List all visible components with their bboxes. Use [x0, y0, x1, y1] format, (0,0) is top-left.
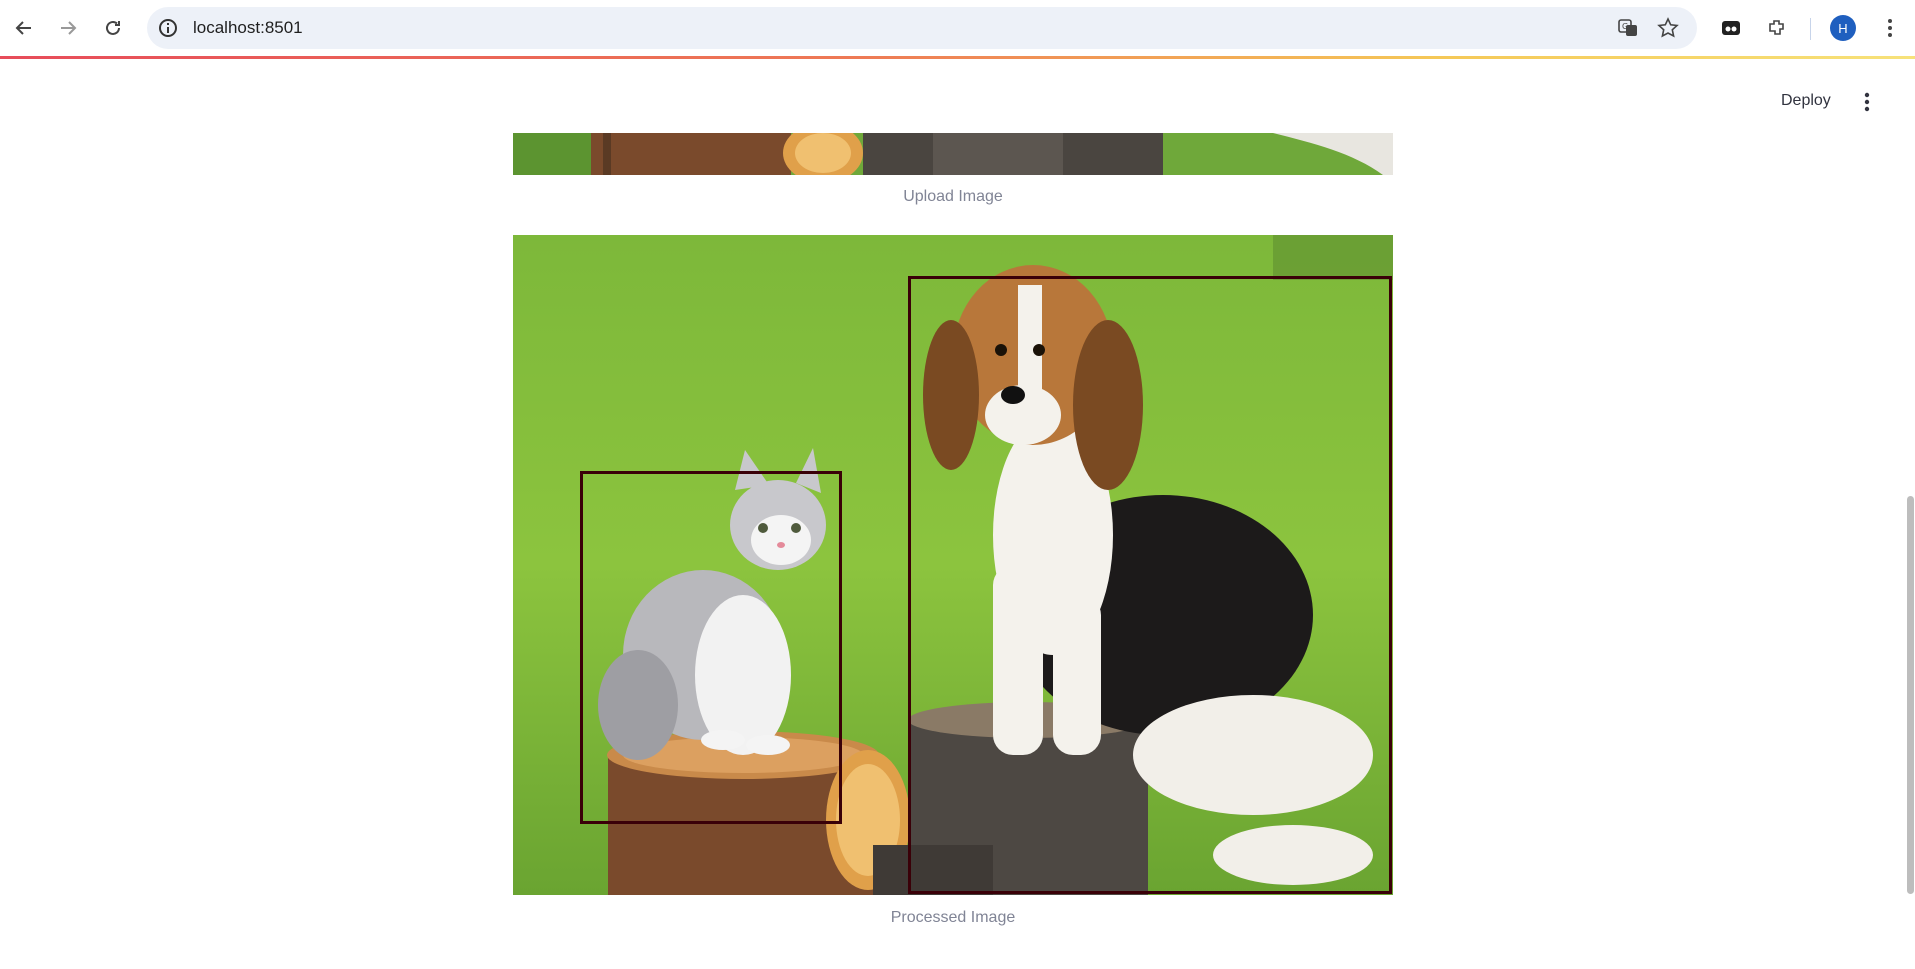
tab-search-icon[interactable]: [1717, 14, 1745, 42]
browser-toolbar: localhost:8501 G H: [0, 0, 1915, 56]
page-scrollbar[interactable]: [1907, 496, 1914, 894]
upload-image-caption: Upload Image: [903, 188, 1003, 205]
reload-button[interactable]: [97, 12, 129, 44]
main-menu-icon[interactable]: [1855, 90, 1879, 114]
translate-icon[interactable]: G: [1616, 16, 1640, 40]
streamlit-decoration-bar: [0, 56, 1915, 59]
profile-avatar[interactable]: H: [1830, 15, 1856, 41]
menu-icon[interactable]: [1876, 14, 1904, 42]
back-button[interactable]: [8, 12, 40, 44]
deploy-button[interactable]: Deploy: [1781, 92, 1831, 110]
upload-image: [513, 133, 1393, 175]
star-icon[interactable]: [1656, 16, 1680, 40]
url-text[interactable]: localhost:8501: [193, 17, 303, 39]
address-bar[interactable]: localhost:8501 G: [147, 7, 1697, 49]
site-info-icon[interactable]: [157, 17, 179, 39]
forward-button[interactable]: [52, 12, 84, 44]
svg-text:G: G: [1622, 22, 1628, 31]
toolbar-divider: [1810, 18, 1811, 40]
back-icon: [15, 21, 31, 35]
extensions-icon[interactable]: [1763, 14, 1791, 42]
reload-icon: [106, 20, 120, 35]
processed-image-caption: Processed Image: [890, 909, 1016, 926]
forward-icon: [61, 21, 77, 35]
processed-image: [513, 235, 1393, 895]
